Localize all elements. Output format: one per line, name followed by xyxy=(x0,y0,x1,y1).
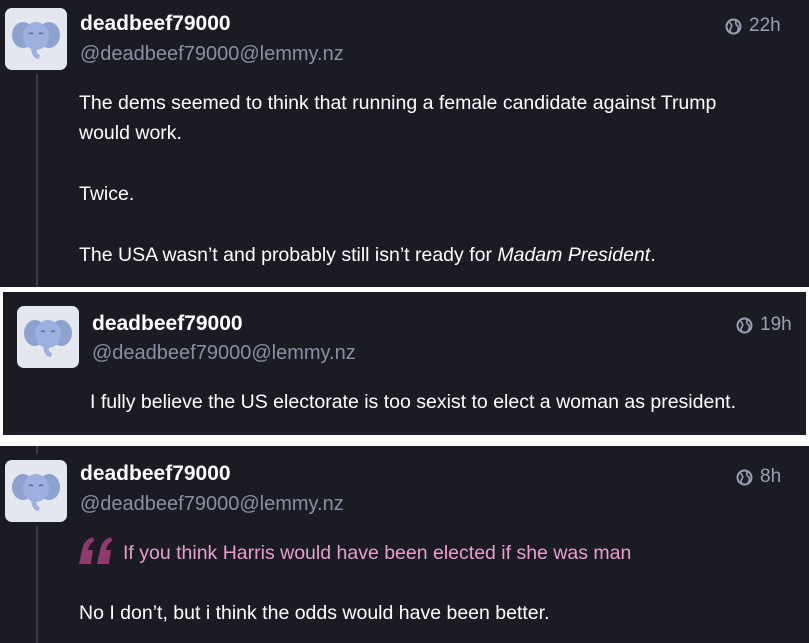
comment-card-highlighted: deadbeef79000 @deadbeef79000@lemmy.nz 19… xyxy=(3,292,806,435)
comment-text: No I don’t, but i think the odds would h… xyxy=(79,602,550,624)
timestamp-text: 8h xyxy=(760,466,782,487)
username[interactable]: deadbeef79000 xyxy=(80,12,231,36)
elephant-avatar-icon xyxy=(24,320,72,357)
thread-line xyxy=(36,74,38,287)
globe-icon xyxy=(725,18,742,34)
text-segment: The USA wasn’t and probably still isn’t … xyxy=(79,244,498,266)
avatar[interactable] xyxy=(5,8,67,70)
timestamp[interactable]: 19h xyxy=(736,314,792,336)
comment-text: I fully believe the US electorate is too… xyxy=(90,391,736,413)
thread-line xyxy=(36,526,38,643)
thread-line xyxy=(36,446,38,454)
comment-text: Twice. xyxy=(79,183,135,205)
user-handle[interactable]: @deadbeef79000@lemmy.nz xyxy=(92,342,356,365)
username[interactable]: deadbeef79000 xyxy=(92,312,243,336)
user-handle[interactable]: @deadbeef79000@lemmy.nz xyxy=(80,493,344,516)
username[interactable]: deadbeef79000 xyxy=(80,462,231,486)
avatar[interactable] xyxy=(17,306,79,368)
comment-text: The dems seemed to think that running a … xyxy=(79,92,717,114)
user-handle[interactable]: @deadbeef79000@lemmy.nz xyxy=(80,43,344,66)
quote-text: If you think Harris would have been elec… xyxy=(123,542,632,564)
comment-text: would work. xyxy=(79,122,182,144)
quote-mark-icon xyxy=(79,537,112,564)
elephant-avatar-icon xyxy=(12,22,60,59)
timestamp[interactable]: 8h xyxy=(736,466,781,488)
globe-icon xyxy=(736,469,753,485)
timestamp-text: 22h xyxy=(749,15,781,36)
emphasis-text: Madam President xyxy=(497,244,651,266)
elephant-avatar-icon xyxy=(12,474,60,511)
comment-text: The USA wasn’t and probably still isn’t … xyxy=(79,240,656,270)
avatar[interactable] xyxy=(5,460,67,522)
text-segment: . xyxy=(650,244,656,266)
timestamp-text: 19h xyxy=(760,314,792,335)
comment-card: deadbeef79000 @deadbeef79000@lemmy.nz 22… xyxy=(0,0,809,287)
comment-card: deadbeef79000 @deadbeef79000@lemmy.nz 8h… xyxy=(0,446,809,643)
globe-icon xyxy=(736,317,753,333)
timestamp[interactable]: 22h xyxy=(725,15,781,37)
